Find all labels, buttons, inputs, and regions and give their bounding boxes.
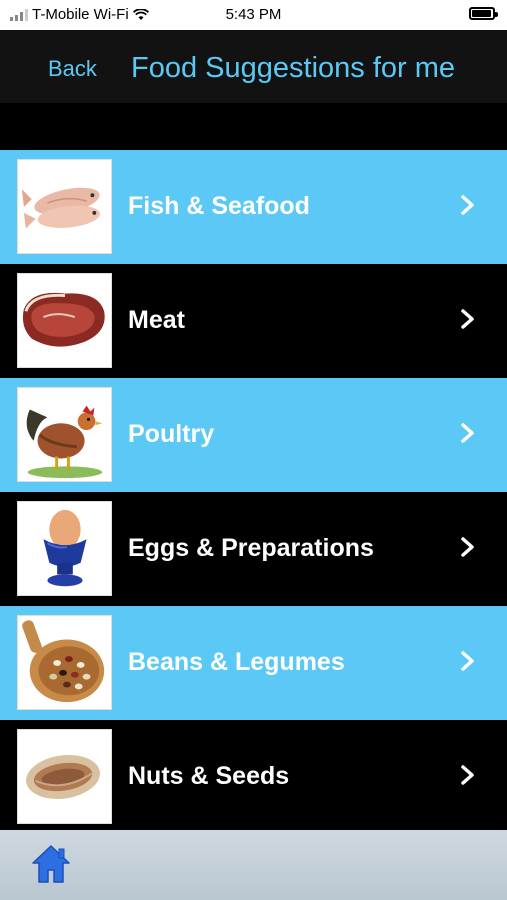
tab-bar — [0, 830, 507, 900]
nut-icon — [17, 729, 112, 824]
category-row-fish-seafood[interactable]: Fish & Seafood — [0, 150, 507, 264]
chevron-right-icon — [461, 765, 474, 785]
category-row-nuts[interactable]: Nuts & Seeds — [0, 720, 507, 834]
chevron-right-icon — [461, 423, 474, 443]
egg-icon — [17, 501, 112, 596]
rooster-icon — [17, 387, 112, 482]
category-label: Meat — [128, 306, 185, 334]
chevron-right-icon — [461, 309, 474, 329]
status-bar: T-Mobile Wi-Fi 5:43 PM — [0, 0, 507, 30]
category-label: Eggs & Preparations — [128, 534, 374, 562]
category-label: Nuts & Seeds — [128, 762, 290, 790]
category-row-poultry[interactable]: Poultry — [0, 378, 507, 492]
fish-icon — [17, 159, 112, 254]
chevron-right-icon — [461, 651, 474, 671]
home-icon[interactable] — [29, 842, 73, 886]
chevron-right-icon — [461, 195, 474, 215]
battery-icon — [469, 7, 498, 20]
page-title: Food Suggestions for me — [131, 52, 456, 84]
chevron-right-icon — [461, 537, 474, 557]
beans-icon — [17, 615, 112, 710]
navigation-bar: Back Food Suggestions for me — [0, 30, 507, 103]
category-row-eggs[interactable]: Eggs & Preparations — [0, 492, 507, 606]
meat-icon — [17, 273, 112, 368]
category-row-meat[interactable]: Meat — [0, 264, 507, 378]
status-time: 5:43 PM — [225, 6, 282, 23]
category-label: Poultry — [128, 420, 215, 448]
category-row-beans[interactable]: Beans & Legumes — [0, 606, 507, 720]
category-label: Fish & Seafood — [128, 192, 310, 220]
back-button[interactable]: Back — [48, 56, 97, 82]
category-label: Beans & Legumes — [128, 648, 345, 676]
category-list: Fish & Seafood Meat Poultry Eggs & Prepa… — [0, 150, 507, 834]
